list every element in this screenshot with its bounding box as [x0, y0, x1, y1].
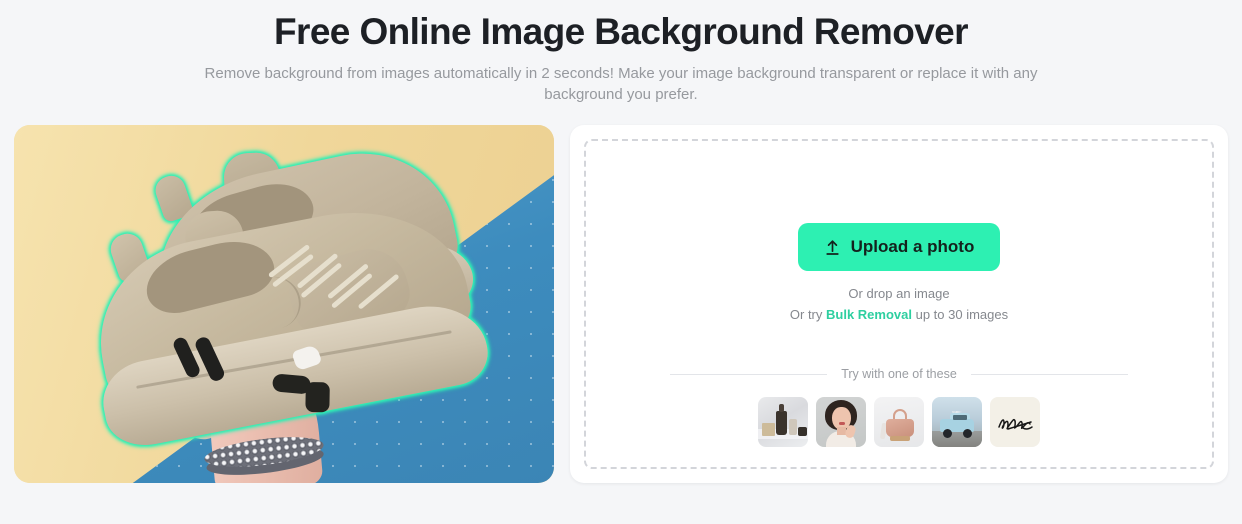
sample-image-portrait[interactable]: [816, 397, 866, 447]
sample-image-signature[interactable]: [990, 397, 1040, 447]
portrait-lips: [839, 422, 845, 425]
cosmetic-box: [762, 423, 775, 436]
dropzone[interactable]: Upload a photo Or drop an image Or try B…: [584, 139, 1214, 469]
car-window: [953, 415, 967, 420]
page-title: Free Online Image Background Remover: [274, 11, 969, 52]
car-wheel-left: [943, 429, 952, 438]
page-subtitle: Remove background from images automatica…: [204, 65, 1038, 103]
sample-image-cosmetics[interactable]: [758, 397, 808, 447]
lotion-bottle: [789, 419, 797, 435]
sneaker-cutout: [83, 135, 494, 453]
upload-arrow-icon: [825, 239, 839, 255]
upload-photo-label: Upload a photo: [850, 237, 975, 256]
sample-image-car[interactable]: [932, 397, 982, 447]
divider-rule-right: [970, 373, 1129, 375]
cosmetic-jar: [798, 427, 807, 436]
bulk-removal-hint: Or try Bulk Removal up to 30 images: [790, 305, 1008, 324]
drop-hint: Or drop an image: [848, 286, 950, 301]
bulk-prefix: Or try: [789, 307, 826, 322]
samples-divider: Try with one of these: [586, 367, 1212, 381]
sample-image-list: [586, 397, 1212, 447]
serum-bottle: [776, 404, 787, 435]
bag-body: [886, 419, 914, 437]
signature-icon: [998, 418, 1033, 430]
car-ground: [932, 431, 982, 447]
bulk-suffix: up to 30 images: [911, 307, 1009, 322]
page-header: Free Online Image Background Remover Rem…: [0, 0, 1242, 105]
bulk-removal-link[interactable]: Bulk Removal: [826, 307, 912, 322]
vent-slot-d: [305, 382, 330, 413]
upload-photo-button[interactable]: Upload a photo: [797, 223, 1001, 271]
main-content: Upload a photo Or drop an image Or try B…: [0, 105, 1242, 483]
samples-label: Try with one of these: [841, 367, 957, 381]
sample-image-handbag[interactable]: [874, 397, 924, 447]
bag-base: [890, 436, 910, 441]
sneaker-front: [83, 191, 494, 466]
car-wheel-right: [963, 429, 972, 438]
upload-card: Upload a photo Or drop an image Or try B…: [570, 125, 1228, 483]
divider-rule-left: [670, 373, 828, 375]
page: Free Online Image Background Remover Rem…: [0, 0, 1242, 524]
preview-image-card: [14, 125, 554, 483]
